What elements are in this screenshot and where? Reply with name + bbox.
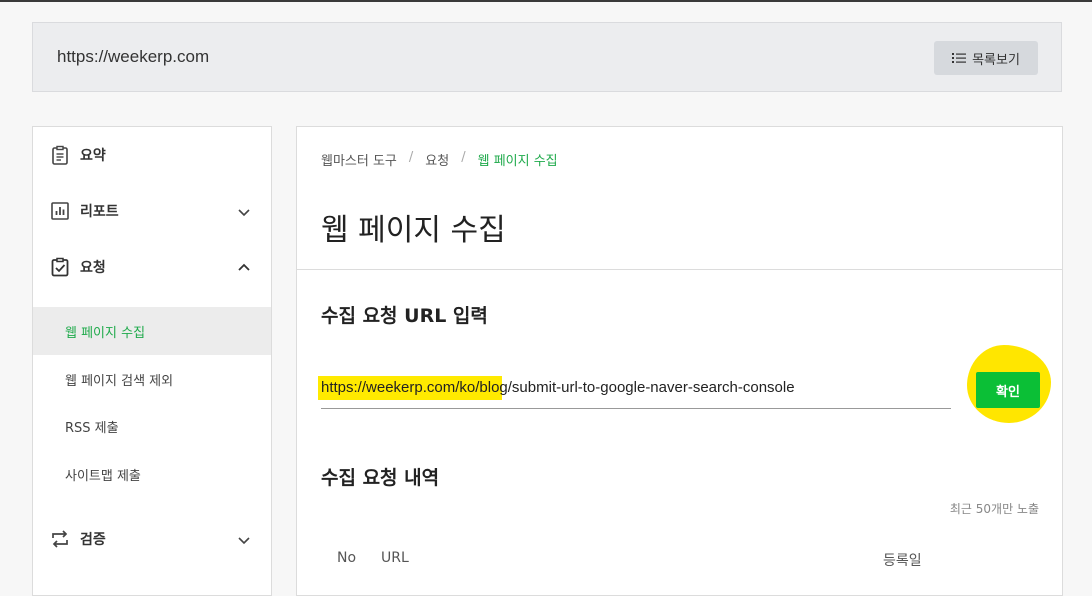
table-header-date: 등록일 — [883, 553, 922, 569]
list-icon — [952, 52, 967, 64]
history-note: 최근 50개만 노출 — [949, 502, 1039, 516]
sidebar-subitem-label: 웹 페이지 검색 제외 — [65, 373, 174, 389]
table-header-no: No — [337, 550, 357, 566]
breadcrumb-separator: / — [461, 150, 466, 165]
breadcrumb-current: 웹 페이지 수집 — [477, 154, 558, 169]
clipboard-check-icon — [50, 257, 70, 277]
bar-chart-icon — [50, 201, 70, 221]
sidebar-subitem-label: 웹 페이지 수집 — [65, 325, 146, 341]
swap-arrows-icon — [50, 529, 70, 549]
sidebar-item-label: 리포트 — [80, 204, 119, 220]
list-view-button-label: 목록보기 — [972, 52, 1020, 68]
history-section-title: 수집 요청 내역 — [321, 467, 440, 489]
sidebar-item-request[interactable]: 요청 — [33, 245, 271, 289]
breadcrumb: 웹마스터 도구 / 요청 / 웹 페이지 수집 — [321, 150, 558, 169]
table-header-url: URL — [381, 550, 409, 566]
breadcrumb-separator: / — [408, 150, 414, 165]
site-url: https://weekerp.com — [57, 47, 210, 66]
site-header-bar: https://weekerp.com 목록보기 — [32, 22, 1062, 92]
sidebar-item-summary[interactable]: 요약 — [33, 133, 271, 177]
sidebar-item-verify[interactable]: 검증 — [33, 517, 271, 561]
sidebar: 요약 리포트 요청 웹 페이지 수집 웹 페이지 검색 제외 RSS 제출 사이… — [32, 126, 272, 596]
sidebar-item-label: 요청 — [80, 260, 106, 276]
confirm-button-highlight: 확인 — [967, 345, 1051, 423]
sidebar-subitem-web-page-exclude[interactable]: 웹 페이지 검색 제외 — [33, 355, 271, 403]
sidebar-subitem-sitemap-submit[interactable]: 사이트맵 제출 — [33, 450, 271, 498]
sidebar-subitem-rss-submit[interactable]: RSS 제출 — [33, 402, 271, 450]
confirm-button[interactable]: 확인 — [976, 372, 1040, 408]
chevron-up-icon — [237, 260, 251, 274]
chevron-down-icon — [237, 532, 251, 546]
sidebar-subitem-label: 사이트맵 제출 — [65, 468, 141, 484]
clipboard-icon — [50, 145, 70, 165]
chevron-down-icon — [237, 204, 251, 218]
url-section-title: 수집 요청 URL 입력 — [321, 305, 488, 327]
sidebar-subitem-label: RSS 제출 — [65, 420, 119, 436]
sidebar-item-label: 검증 — [80, 532, 106, 548]
breadcrumb-item[interactable]: 웹마스터 도구 — [321, 150, 397, 169]
url-input-value: https://weekerp.com/ko/blog/submit-url-t… — [321, 379, 795, 396]
main-panel: 웹마스터 도구 / 요청 / 웹 페이지 수집 웹 페이지 수집 수집 요청 U… — [296, 126, 1063, 596]
list-view-button[interactable]: 목록보기 — [934, 41, 1038, 75]
divider — [297, 269, 1062, 270]
sidebar-item-label: 요약 — [80, 148, 106, 164]
breadcrumb-item[interactable]: 요청 — [425, 150, 449, 169]
sidebar-item-report[interactable]: 리포트 — [33, 189, 271, 233]
page-title: 웹 페이지 수집 — [321, 213, 506, 248]
sidebar-subitem-web-page-crawl[interactable]: 웹 페이지 수집 — [33, 307, 271, 355]
url-input[interactable]: https://weekerp.com/ko/blog/submit-url-t… — [318, 373, 951, 409]
